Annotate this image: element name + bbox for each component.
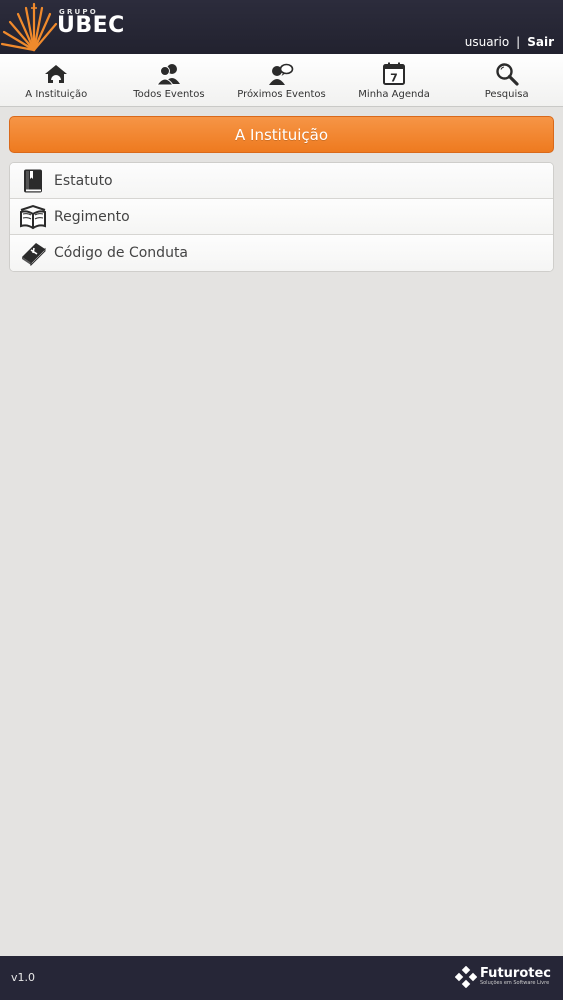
username-label: usuario (464, 35, 510, 49)
document-list: Estatuto Regimento Código de Conduta (9, 162, 554, 272)
brand-tagline: Soluções em Software Livre (479, 980, 550, 986)
nav-item-instituicao[interactable]: A Instituição (0, 54, 113, 106)
house-icon (45, 65, 68, 83)
list-item-regimento[interactable]: Regimento (10, 199, 553, 235)
futurotec-logo-icon (454, 966, 477, 988)
nav-item-proximos-eventos[interactable]: Próximos Eventos (225, 54, 338, 106)
closed-book-icon (18, 168, 48, 194)
nav-label: Próximos Eventos (237, 89, 326, 100)
brand-name: Futurotec (479, 966, 551, 981)
nav-label: Todos Eventos (133, 89, 205, 100)
open-book-icon (18, 204, 48, 230)
list-item-estatuto[interactable]: Estatuto (10, 163, 553, 199)
ubec-sunburst-icon (0, 2, 58, 52)
list-item-codigo-conduta[interactable]: Código de Conduta (10, 235, 553, 271)
nav-label: Minha Agenda (358, 89, 430, 100)
users-icon (155, 64, 180, 86)
futurotec-brand[interactable]: Futurotec Soluções em Software Livre (454, 966, 551, 988)
calendar-icon: 7 (383, 62, 406, 85)
top-header: GRUPO UBEC usuario | Sair (0, 0, 563, 54)
search-icon (495, 63, 519, 86)
user-chat-icon (269, 63, 294, 85)
list-item-label: Código de Conduta (54, 245, 189, 261)
footer: v1.0 Futurotec Soluções em Software Livr… (0, 956, 563, 1000)
nav-label: A Instituição (25, 89, 88, 100)
ubec-logo[interactable]: GRUPO UBEC (0, 0, 130, 54)
logo-ubec-text: UBEC (57, 13, 125, 38)
nav-item-todos-eventos[interactable]: Todos Eventos (113, 54, 226, 106)
nav-item-pesquisa[interactable]: Pesquisa (450, 54, 563, 106)
nav-item-minha-agenda[interactable]: 7 Minha Agenda (338, 54, 451, 106)
user-separator: | (516, 35, 521, 49)
list-item-label: Regimento (54, 208, 130, 225)
calendar-day-text: 7 (390, 72, 398, 85)
list-item-label: Estatuto (54, 172, 113, 189)
page-title-button: A Instituição (9, 116, 554, 153)
bible-icon (18, 240, 48, 266)
version-label: v1.0 (11, 971, 36, 984)
main-nav: A Instituição Todos Eventos Próximos Eve… (0, 54, 563, 107)
nav-label: Pesquisa (484, 89, 529, 100)
user-bar: usuario | Sair (465, 35, 554, 49)
logout-link[interactable]: Sair (527, 35, 554, 49)
